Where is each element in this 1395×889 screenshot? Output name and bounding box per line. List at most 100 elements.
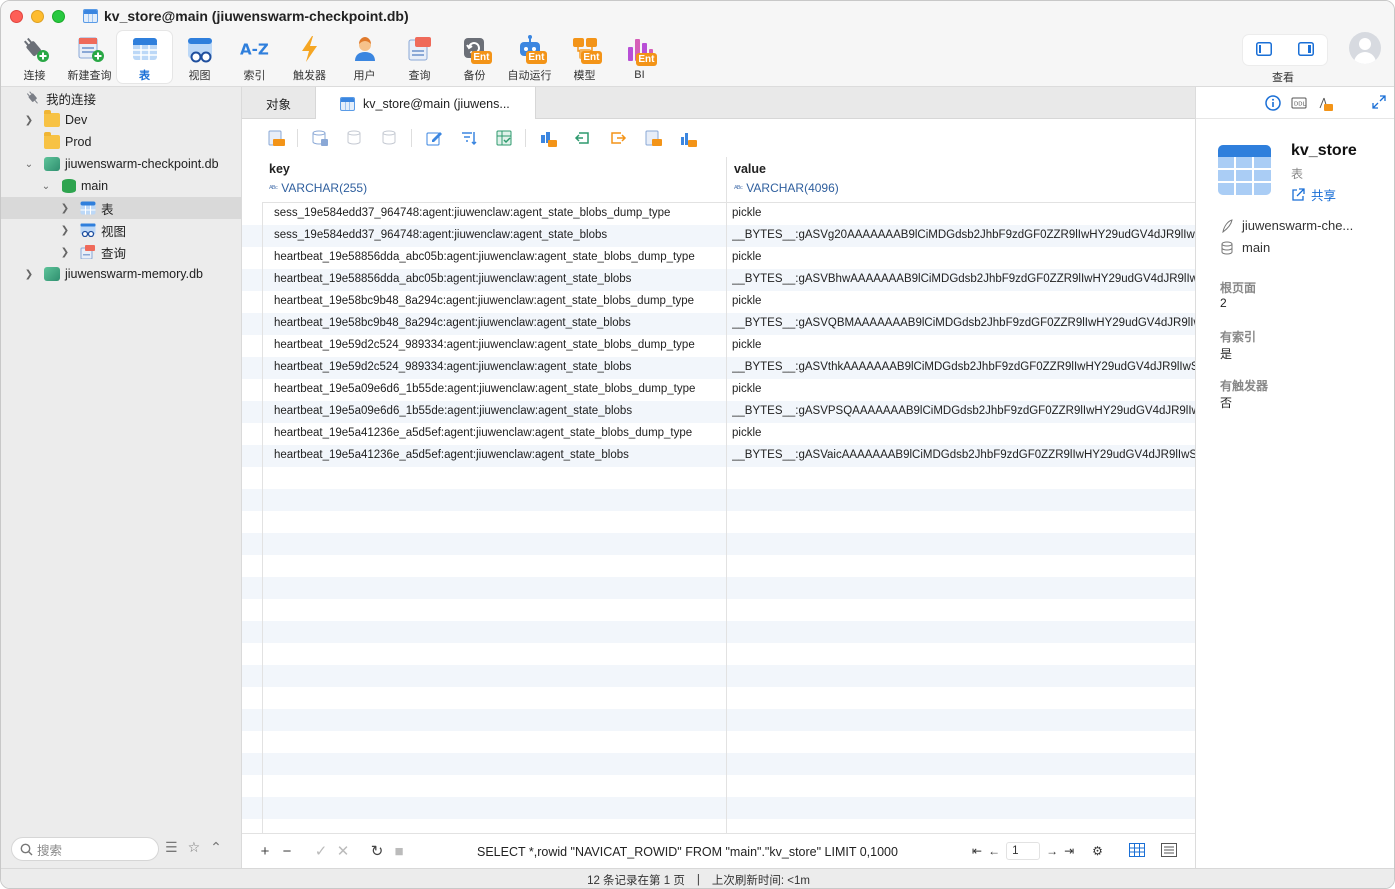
toolbar-new-query-button[interactable]: 新建查询 [62,31,117,83]
tab-objects[interactable]: 对象 [242,87,316,119]
cell-key[interactable]: heartbeat_19e59d2c524_989334:agent:jiuwe… [274,361,631,373]
tree-item-tables[interactable]: ❯ 表 [1,197,241,219]
toolbar-model-button[interactable]: Ent 模型 [557,31,612,83]
info-tab-dependencies[interactable] [1316,94,1334,112]
grid-view-toggle-button[interactable] [1128,842,1145,860]
toolbar-backup-button[interactable]: Ent 备份 [447,31,502,83]
cell-key[interactable]: heartbeat_19e5a41236e_a5d5ef:agent:jiuwe… [274,427,692,439]
last-page-button[interactable]: ⇥ [1064,844,1074,858]
filter-icon[interactable]: ☰ [165,839,178,856]
first-page-button[interactable]: ⇤ [972,844,982,858]
cell-value[interactable]: __BYTES__:gASVQBMAAAAAAAB9lCiMDGdsb2JhbF… [732,317,1195,329]
memo-button[interactable] [302,127,337,149]
delete-record-button[interactable]: − [276,843,298,860]
toolbar-view-button[interactable]: 视图 [172,31,227,83]
chart-button[interactable] [670,127,705,149]
toolbar-automation-button[interactable]: Ent 自动运行 [502,31,557,83]
hex-button[interactable] [337,127,372,149]
toggle-sidebar-left-button[interactable] [1256,41,1272,59]
table-row[interactable]: heartbeat_19e5a41236e_a5d5ef:agent:jiuwe… [242,423,1195,445]
chevron-right-icon[interactable]: ❯ [23,269,35,280]
settings-gear-icon[interactable]: ⚙ [1092,844,1103,858]
chevron-right-icon[interactable]: ❯ [59,225,71,236]
chevron-down-icon[interactable]: ⌄ [40,181,52,192]
import-button[interactable] [565,127,600,149]
cell-key[interactable]: heartbeat_19e58856dda_abc05b:agent:jiuwe… [274,251,695,263]
cell-key[interactable]: heartbeat_19e5a09e6d6_1b55de:agent:jiuwe… [274,405,632,417]
expand-icon[interactable] [1372,95,1386,112]
tab-kv-store[interactable]: kv_store@main (jiuwens... [316,87,536,120]
table-row[interactable]: sess_19e584edd37_964748:agent:jiuwenclaw… [242,225,1195,247]
grid-view-button[interactable] [486,127,521,149]
chevron-right-icon[interactable]: ❯ [59,203,71,214]
tree-item-checkpoint-db[interactable]: ⌄ jiuwenswarm-checkpoint.db [1,153,241,175]
cell-key[interactable]: heartbeat_19e58bc9b48_8a294c:agent:jiuwe… [274,317,631,329]
form-view-toggle-button[interactable] [1160,842,1177,860]
toolbar-connection-button[interactable]: 连接 [7,31,62,83]
refresh-button[interactable]: ↻ [366,842,388,860]
sidebar-search-input[interactable]: 搜索 [11,837,159,861]
cell-value[interactable]: __BYTES__:gASVaicAAAAAAAB9lCiMDGdsb2JhbF… [732,449,1195,461]
tree-item-main-schema[interactable]: ⌄ main [1,175,241,197]
zoom-window-button[interactable] [52,10,65,23]
cell-key[interactable]: sess_19e584edd37_964748:agent:jiuwenclaw… [274,207,670,219]
info-tab-general[interactable] [1264,94,1282,112]
info-tab-ddl[interactable]: DDL [1290,94,1308,112]
toolbar-table-button[interactable]: 表 [117,31,172,83]
cell-value[interactable]: pickle [732,339,1195,351]
image-button[interactable] [372,127,407,149]
apply-changes-button[interactable]: ✓ [310,842,332,860]
tree-item-prod[interactable]: Prod [1,131,241,153]
cell-value[interactable]: pickle [732,427,1195,439]
export-button[interactable] [600,127,635,149]
table-row[interactable]: heartbeat_19e58856dda_abc05b:agent:jiuwe… [242,269,1195,291]
table-row[interactable]: sess_19e584edd37_964748:agent:jiuwenclaw… [242,203,1195,225]
toolbar-index-button[interactable]: A-Z 索引 [227,31,282,83]
toolbar-bi-button[interactable]: Ent BI [612,31,667,83]
add-record-button[interactable]: + [254,843,276,860]
toolbar-user-button[interactable]: 用户 [337,31,392,83]
table-row[interactable]: heartbeat_19e5a41236e_a5d5ef:agent:jiuwe… [242,445,1195,467]
table-row[interactable]: heartbeat_19e58bc9b48_8a294c:agent:jiuwe… [242,291,1195,313]
tree-item-queries[interactable]: ❯ 查询 [1,241,241,263]
table-row[interactable]: heartbeat_19e59d2c524_989334:agent:jiuwe… [242,357,1195,379]
column-header-key[interactable]: key ᴬᴮᶜ VARCHAR(255) [262,157,727,203]
user-avatar[interactable] [1349,32,1381,64]
tree-item-views[interactable]: ❯ 视图 [1,219,241,241]
cell-value[interactable]: pickle [732,383,1195,395]
cell-value[interactable]: __BYTES__:gASVBhwAAAAAAAB9lCiMDGdsb2JhbF… [732,273,1195,285]
next-page-button[interactable]: → [1046,844,1058,858]
cell-value[interactable]: __BYTES__:gASVPSQAAAAAAAB9lCiMDGdsb2JhbF… [732,405,1195,417]
cell-key[interactable]: sess_19e584edd37_964748:agent:jiuwenclaw… [274,229,607,241]
chevron-down-icon[interactable]: ⌄ [23,159,35,170]
cell-key[interactable]: heartbeat_19e5a09e6d6_1b55de:agent:jiuwe… [274,383,695,395]
cell-value[interactable]: __BYTES__:gASVg20AAAAAAAB9lCiMDGdsb2JhbF… [732,229,1195,241]
edit-button[interactable] [416,127,451,149]
toggle-sidebar-right-button[interactable] [1298,41,1314,59]
toolbar-trigger-button[interactable]: 触发器 [282,31,337,83]
cell-key[interactable]: heartbeat_19e59d2c524_989334:agent:jiuwe… [274,339,695,351]
chevron-right-icon[interactable]: ❯ [59,247,71,258]
cell-key[interactable]: heartbeat_19e5a41236e_a5d5ef:agent:jiuwe… [274,449,629,461]
begin-transaction-button[interactable] [258,127,293,149]
discard-changes-button[interactable]: ✕ [332,842,354,860]
page-number-input[interactable]: 1 [1006,842,1041,860]
close-window-button[interactable] [10,10,23,23]
chevron-right-icon[interactable]: ❯ [23,115,35,126]
column-header-value[interactable]: value ᴬᴮᶜ VARCHAR(4096) [727,157,1195,203]
cell-value[interactable]: __BYTES__:gASVthkAAAAAAAB9lCiMDGdsb2JhbF… [732,361,1195,373]
tree-item-dev[interactable]: ❯ Dev [1,109,241,131]
report-button[interactable] [635,127,670,149]
cell-value[interactable]: pickle [732,207,1195,219]
sort-filter-button[interactable] [451,127,486,149]
toolbar-query-button[interactable]: 查询 [392,31,447,83]
minimize-window-button[interactable] [31,10,44,23]
table-row[interactable]: heartbeat_19e58856dda_abc05b:agent:jiuwe… [242,247,1195,269]
share-button[interactable]: 共享 [1291,185,1336,204]
stop-button[interactable]: ■ [388,843,410,860]
table-row[interactable]: heartbeat_19e58bc9b48_8a294c:agent:jiuwe… [242,313,1195,335]
table-row[interactable]: heartbeat_19e5a09e6d6_1b55de:agent:jiuwe… [242,379,1195,401]
table-row[interactable]: heartbeat_19e5a09e6d6_1b55de:agent:jiuwe… [242,401,1195,423]
cell-key[interactable]: heartbeat_19e58856dda_abc05b:agent:jiuwe… [274,273,631,285]
table-row[interactable]: heartbeat_19e59d2c524_989334:agent:jiuwe… [242,335,1195,357]
